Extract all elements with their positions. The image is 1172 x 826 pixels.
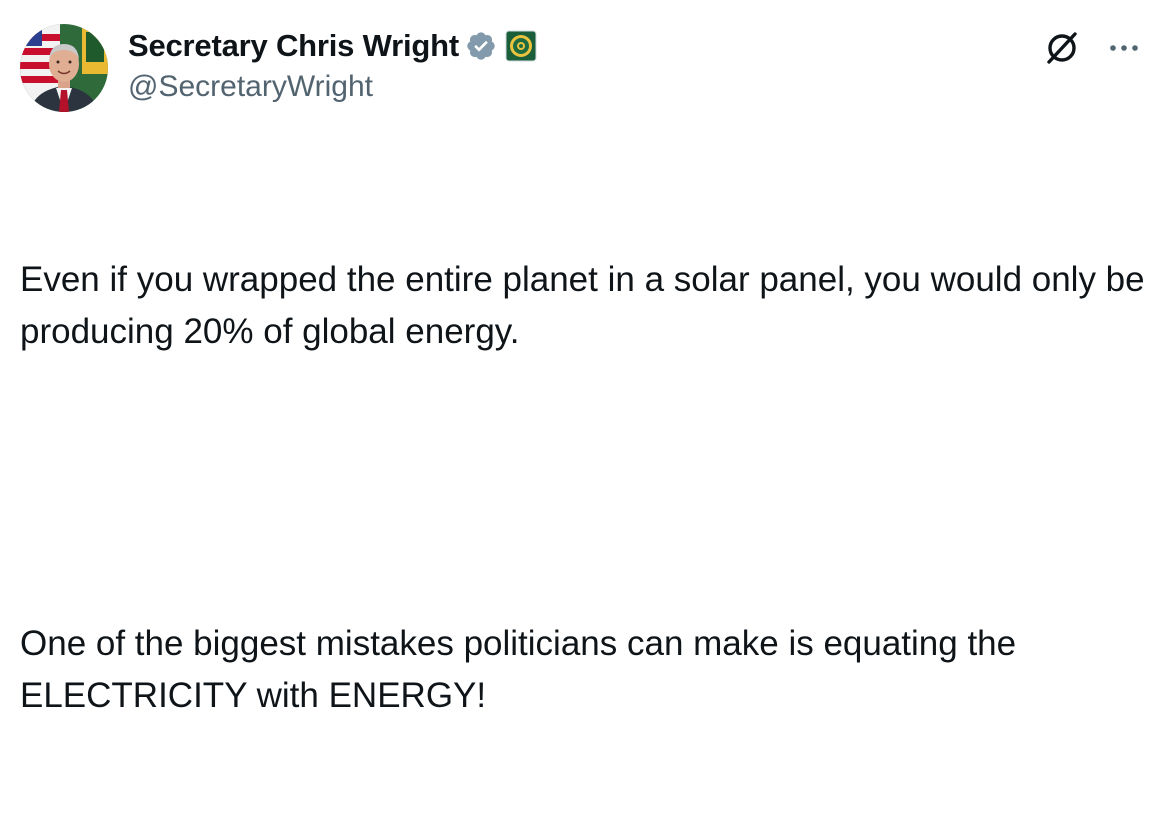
tweet-header: Secretary Chris Wright @SecretaryWright (128, 26, 537, 104)
user-handle[interactable]: @SecretaryWright (128, 70, 537, 104)
tweet-text: Even if you wrapped the entire planet in… (20, 150, 1150, 826)
name-row: Secretary Chris Wright (128, 26, 537, 66)
tweet-card[interactable]: Secretary Chris Wright @SecretaryWright (0, 0, 1172, 715)
verified-badge-icon (465, 30, 497, 62)
avatar[interactable] (20, 24, 108, 112)
avatar-image (20, 24, 108, 112)
grok-icon[interactable] (1040, 26, 1084, 70)
display-name[interactable]: Secretary Chris Wright (128, 28, 459, 64)
tweet-paragraph-2: One of the biggest mistakes politicians … (20, 624, 1026, 715)
tweet-paragraph-1: Even if you wrapped the entire planet in… (20, 260, 1155, 351)
more-options-icon[interactable] (1102, 26, 1146, 70)
doe-seal-icon[interactable] (505, 30, 537, 62)
